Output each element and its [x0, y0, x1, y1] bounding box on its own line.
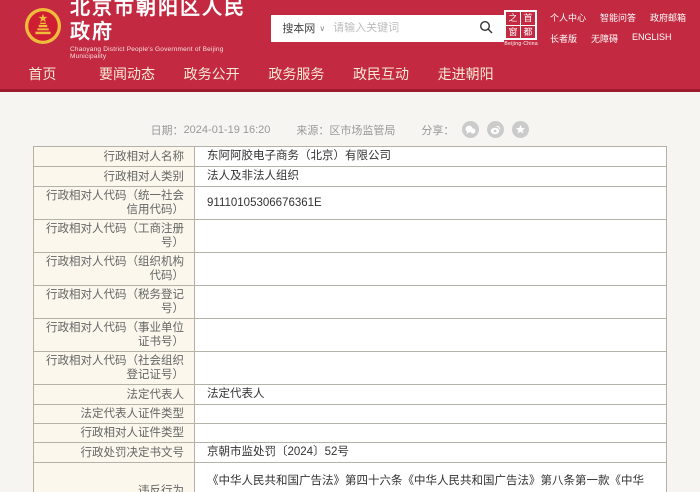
article-meta: 日期： 2024-01-19 16:20 来源： 区市场监管局 分享：: [0, 121, 690, 138]
favorite-star-icon[interactable]: [512, 121, 530, 138]
row-value: [194, 253, 666, 285]
seal-caption: Beijing·China: [504, 40, 538, 47]
row-label: 法定代表人证件类型: [34, 405, 194, 423]
row-value: [194, 405, 666, 423]
table-row: 行政相对人代码（社会组织登记证号）: [34, 352, 666, 385]
table-row: 行政相对人代码（事业单位证书号）: [34, 319, 666, 352]
chevron-down-icon: ∨: [319, 23, 326, 33]
table-row: 行政相对人类别 法人及非法人组织: [34, 167, 666, 187]
source-label: 来源：: [296, 124, 330, 137]
site-logo-home-link[interactable]: 北京市朝阳区人民政府 Chaoyang District People's Go…: [24, 0, 249, 60]
table-row: 行政相对人代码（组织机构代码）: [34, 253, 666, 286]
row-value: 91110105306676361E: [194, 187, 666, 219]
date-value: 2024-01-19 16:20: [183, 123, 271, 136]
table-row: 法定代表人证件类型: [34, 405, 666, 424]
row-value: 法定代表人: [194, 385, 666, 404]
row-value: 《中华人民共和国广告法》第四十六条《中华人民共和国广告法》第八条第一款《中华人民…: [194, 463, 666, 492]
nav-item-home[interactable]: 首页: [0, 56, 85, 89]
weibo-icon[interactable]: [487, 121, 505, 138]
row-label: 法定代表人: [34, 385, 194, 404]
penalty-info-table: 行政相对人名称 东阿阿胶电子商务（北京）有限公司 行政相对人类别 法人及非法人组…: [33, 146, 667, 492]
quick-links-row-1: 个人中心 智能问答 政府邮箱: [550, 11, 686, 24]
row-value: [194, 286, 666, 318]
source-value: 区市场监管局: [329, 124, 396, 137]
share-label: 分享：: [421, 124, 455, 137]
seal-char: 都: [523, 26, 533, 37]
row-value: 东阿阿胶电子商务（北京）有限公司: [194, 147, 666, 166]
link-smart-qa[interactable]: 智能问答: [600, 11, 636, 24]
seal-char: 首: [520, 12, 536, 26]
table-row: 行政相对人名称 东阿阿胶电子商务（北京）有限公司: [34, 147, 666, 167]
table-row-violation: 违反行为 《中华人民共和国广告法》第四十六条《中华人民共和国广告法》第八条第一款…: [34, 463, 666, 492]
nav-item-news[interactable]: 要闻动态: [85, 56, 170, 89]
nav-item-gov-services[interactable]: 政务服务: [254, 56, 339, 89]
row-label: 行政处罚决定书文号: [34, 443, 194, 462]
table-row: 行政处罚决定书文号 京朝市监处罚〔2024〕52号: [34, 443, 666, 463]
link-elder-version[interactable]: 长者版: [550, 32, 577, 45]
nav-item-gov-disclosure[interactable]: 政务公开: [169, 56, 254, 89]
quick-links-row-2: 长者版 无障碍 ENGLISH: [550, 32, 686, 45]
table-row: 行政相对人代码（税务登记号）: [34, 286, 666, 319]
quick-links: 个人中心 智能问答 政府邮箱 长者版 无障碍 ENGLISH: [550, 11, 686, 45]
seal-char: 窗: [506, 25, 521, 39]
main-nav: 首页 要闻动态 政务公开 政务服务 政民互动 走进朝阳: [0, 56, 700, 92]
row-label: 行政相对人代码（事业单位证书号）: [34, 319, 194, 351]
national-emblem-icon: [24, 7, 62, 50]
row-label: 行政相对人证件类型: [34, 424, 194, 442]
site-title-block: 北京市朝阳区人民政府 Chaoyang District People's Go…: [70, 0, 249, 60]
search-button[interactable]: [468, 15, 504, 42]
row-value: 京朝市监处罚〔2024〕52号: [194, 443, 666, 462]
search-scope-selector[interactable]: 搜本网 ∨: [271, 20, 333, 36]
row-label: 行政相对人名称: [34, 147, 194, 166]
link-accessibility[interactable]: 无障碍: [591, 32, 618, 45]
wechat-icon[interactable]: [462, 121, 480, 138]
table-row: 行政相对人代码（统一社会信用代码） 91110105306676361E: [34, 187, 666, 220]
magnifier-icon: [479, 20, 493, 37]
share-group: 分享：: [421, 121, 530, 138]
main-nav-items: 首页 要闻动态 政务公开 政务服务 政民互动 走进朝阳: [0, 56, 508, 89]
search-scope-label: 搜本网: [282, 23, 316, 35]
row-value: [194, 424, 666, 442]
link-personal-center[interactable]: 个人中心: [550, 11, 586, 24]
article-source: 来源： 区市场监管局: [296, 122, 395, 138]
row-label: 行政相对人代码（组织机构代码）: [34, 253, 194, 285]
row-value: [194, 352, 666, 384]
row-label: 行政相对人类别: [34, 167, 194, 186]
table-row: 法定代表人 法定代表人: [34, 385, 666, 405]
header-utilities: 之 首 窗 都 Beijing·China 个人中心 智能问答 政府邮箱 长者版…: [504, 9, 692, 47]
capital-window-seal-icon: 之 首 窗 都: [504, 9, 538, 40]
row-label: 违反行为: [34, 463, 194, 492]
link-gov-mailbox[interactable]: 政府邮箱: [650, 11, 686, 24]
article-date: 日期： 2024-01-19 16:20: [151, 122, 271, 138]
site-title: 北京市朝阳区人民政府: [70, 0, 246, 43]
row-label: 行政相对人代码（工商注册号）: [34, 220, 194, 252]
table-row: 行政相对人代码（工商注册号）: [34, 220, 666, 253]
capital-window-seal-link[interactable]: 之 首 窗 都 Beijing·China: [504, 9, 538, 47]
row-label: 行政相对人代码（税务登记号）: [34, 286, 194, 318]
table-row: 行政相对人证件类型: [34, 424, 666, 443]
link-english[interactable]: ENGLISH: [632, 32, 672, 45]
row-label: 行政相对人代码（统一社会信用代码）: [34, 187, 194, 219]
row-value: [194, 220, 666, 252]
share-icons: [462, 121, 530, 138]
row-value: 法人及非法人组织: [194, 167, 666, 186]
row-label: 行政相对人代码（社会组织登记证号）: [34, 352, 194, 384]
site-header: 北京市朝阳区人民政府 Chaoyang District People's Go…: [0, 0, 700, 60]
site-search: 搜本网 ∨: [271, 14, 505, 42]
nav-item-about-chaoyang[interactable]: 走进朝阳: [423, 56, 508, 89]
nav-item-interaction[interactable]: 政民互动: [339, 56, 424, 89]
seal-char: 之: [506, 11, 521, 26]
row-value: [194, 319, 666, 351]
date-label: 日期：: [150, 124, 184, 137]
search-input[interactable]: [333, 22, 469, 34]
